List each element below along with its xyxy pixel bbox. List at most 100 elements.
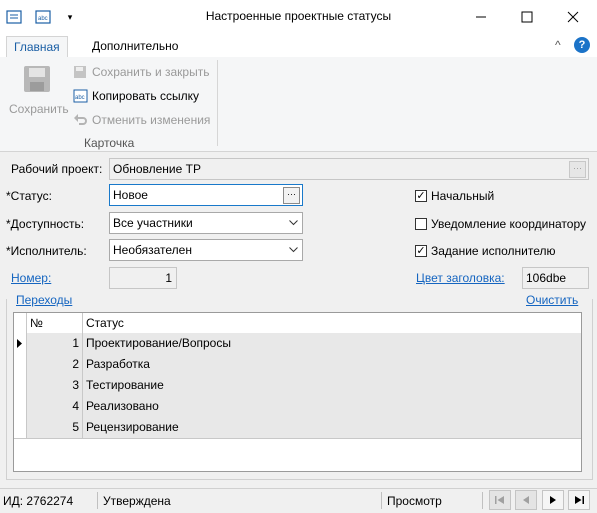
cell-divider (82, 375, 83, 396)
availability-select[interactable]: Все участники (109, 212, 303, 234)
project-label: Рабочий проект: (11, 162, 103, 176)
status-value: Новое (113, 188, 148, 202)
cell-divider (82, 417, 83, 438)
availability-label: *Доступность: (6, 217, 85, 231)
checkbox-task-box[interactable]: ✓ (415, 245, 427, 257)
save-close-button[interactable]: Сохранить и закрыть (73, 63, 209, 81)
save-button[interactable]: Сохранить (5, 62, 69, 120)
checkbox-notify-box[interactable] (415, 218, 427, 230)
executor-task-label: Задание исполнителю (431, 244, 556, 258)
current-row-arrow-icon (17, 339, 22, 348)
record-state-text: Утверждена (103, 494, 171, 508)
table-row[interactable]: 4 Реализовано (14, 396, 581, 418)
prev-record-button[interactable] (515, 490, 537, 510)
cell-number: 5 (72, 420, 79, 434)
number-link[interactable]: Номер: (11, 271, 51, 285)
ribbon-group-label: Карточка (84, 136, 135, 150)
undo-changes-button[interactable]: Отменить изменения (73, 111, 210, 129)
notify-coordinator-label: Уведомление координатору (431, 217, 586, 231)
executor-value: Необязателен (113, 243, 192, 257)
copy-link-icon: abc (73, 89, 88, 103)
cell-divider (82, 354, 83, 375)
col-header-number[interactable]: № (30, 313, 43, 333)
save-label: Сохранить (9, 102, 69, 116)
cell-number: 4 (72, 399, 79, 413)
header-divider (82, 313, 83, 333)
executor-task-checkbox[interactable]: ✓ Задание исполнителю (415, 244, 556, 258)
status-label: *Статус: (6, 189, 52, 203)
collapse-ribbon-icon[interactable]: ^ (555, 38, 561, 52)
row-indicator (14, 333, 27, 354)
availability-value: Все участники (113, 216, 193, 230)
row-indicator (14, 375, 27, 396)
checkbox-initial-box[interactable]: ✓ (415, 190, 427, 202)
statusbar-divider (381, 492, 382, 509)
cell-status: Реализовано (86, 399, 159, 413)
row-indicator (14, 417, 27, 438)
chevron-down-icon (289, 247, 298, 253)
table-row[interactable]: 2 Разработка (14, 354, 581, 376)
executor-label: *Исполнитель: (6, 244, 87, 258)
first-record-icon (495, 496, 504, 504)
tab-additional[interactable]: Дополнительно (85, 36, 185, 57)
help-icon[interactable]: ? (574, 37, 590, 53)
project-browse-icon[interactable]: ··· (569, 161, 586, 178)
close-button[interactable] (550, 0, 596, 33)
notify-coordinator-checkbox[interactable]: Уведомление координатору (415, 217, 586, 231)
cell-status: Рецензирование (86, 420, 179, 434)
cell-number: 3 (72, 378, 79, 392)
first-record-button[interactable] (489, 490, 511, 510)
statusbar-divider (482, 492, 483, 509)
copy-link-button[interactable]: abc Копировать ссылку (73, 87, 199, 105)
status-browse-icon[interactable]: ··· (283, 187, 300, 204)
ribbon-separator (217, 60, 218, 146)
cell-status: Разработка (86, 357, 150, 371)
header-color-field: 106dbe (522, 267, 589, 289)
copy-link-label: Копировать ссылку (92, 89, 199, 103)
svg-text:abc: abc (75, 95, 85, 101)
initial-checkbox-label: Начальный (431, 189, 495, 203)
transitions-grid[interactable]: № Статус 1 Проектирование/Вопросы 2 Разр… (13, 312, 582, 472)
grid-header: № Статус (14, 313, 581, 334)
minimize-button[interactable] (458, 0, 504, 33)
save-close-label: Сохранить и закрыть (92, 65, 210, 79)
floppy-icon (24, 66, 50, 92)
tab-main[interactable]: Главная (6, 36, 68, 58)
table-row[interactable]: 1 Проектирование/Вопросы (14, 333, 581, 355)
cell-number: 2 (72, 357, 79, 371)
next-record-icon (550, 496, 556, 504)
last-record-button[interactable] (568, 490, 590, 510)
next-record-button[interactable] (542, 490, 564, 510)
chevron-down-icon (289, 220, 298, 226)
status-field[interactable]: Новое ··· (109, 184, 303, 206)
project-field[interactable]: Обновление TP ··· (109, 158, 589, 180)
table-row[interactable]: 3 Тестирование (14, 375, 581, 397)
cell-status: Проектирование/Вопросы (86, 336, 231, 350)
header-indicator (14, 313, 27, 333)
prev-record-icon (523, 496, 529, 504)
record-id-text: ИД: 2762274 (3, 494, 74, 508)
view-mode-text: Просмотр (387, 494, 442, 508)
title-bar: abc ▾ Настроенные проектные статусы (0, 0, 597, 33)
header-color-link[interactable]: Цвет заголовка: (416, 271, 505, 285)
undo-changes-label: Отменить изменения (92, 113, 211, 127)
cell-number: 1 (72, 336, 79, 350)
row-indicator (14, 396, 27, 417)
transitions-link[interactable]: Переходы (16, 293, 72, 307)
project-value: Обновление TP (113, 162, 201, 176)
maximize-button[interactable] (504, 0, 550, 33)
save-close-icon (74, 66, 86, 78)
last-record-icon (575, 496, 584, 504)
cell-status: Тестирование (86, 378, 164, 392)
executor-select[interactable]: Необязателен (109, 239, 303, 261)
cell-divider (82, 396, 83, 417)
table-row[interactable]: 5 Рецензирование (14, 417, 581, 439)
cell-divider (82, 333, 83, 354)
undo-icon (74, 114, 87, 125)
initial-checkbox[interactable]: ✓ Начальный (415, 189, 494, 203)
statusbar-divider (97, 492, 98, 509)
number-field: 1 (109, 267, 177, 289)
clear-link[interactable]: Очистить (526, 293, 578, 307)
col-header-status[interactable]: Статус (86, 313, 124, 333)
row-indicator (14, 354, 27, 375)
